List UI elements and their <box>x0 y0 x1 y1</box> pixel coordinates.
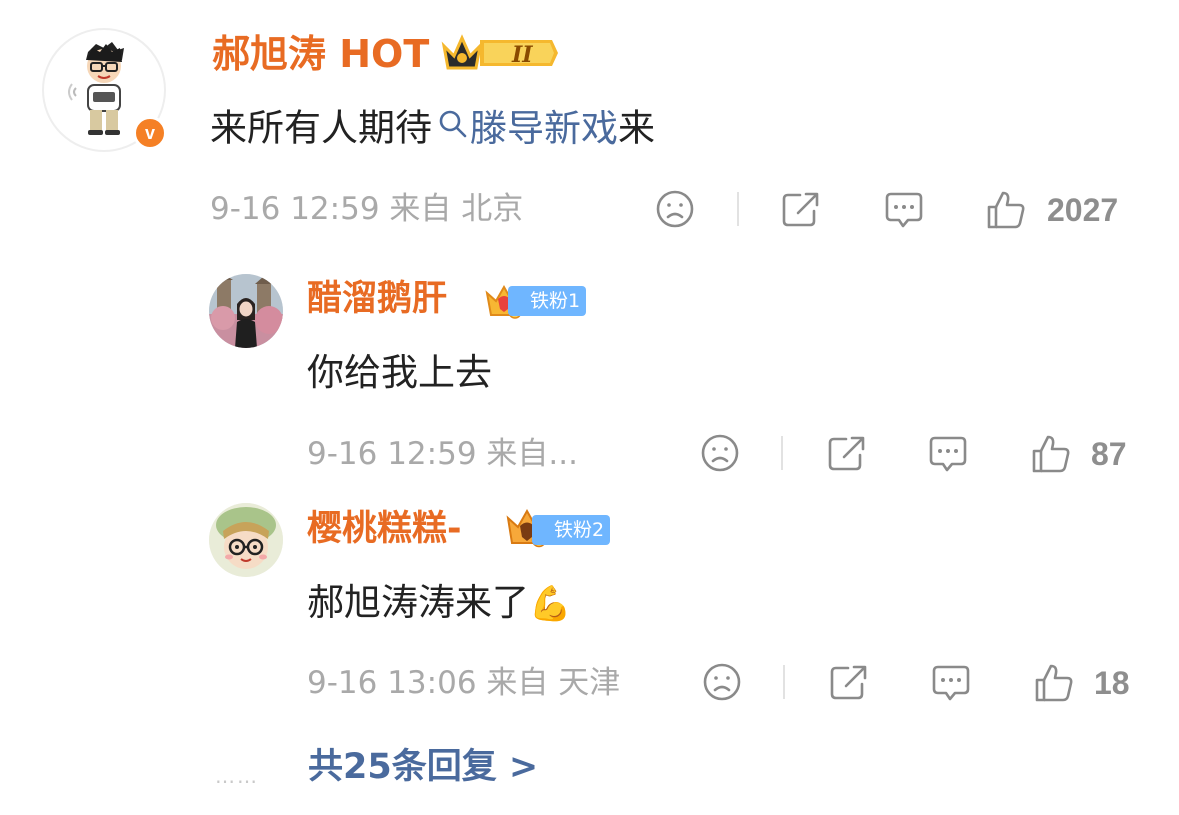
like-count: 18 <box>1094 665 1130 701</box>
level-badge-text: II <box>511 42 533 68</box>
topic-link[interactable]: 滕导新戏 <box>432 107 618 150</box>
divider <box>737 192 739 226</box>
flexed-biceps-emoji: 💪 <box>529 584 572 624</box>
share-icon[interactable] <box>828 662 870 706</box>
divider <box>783 665 785 699</box>
reply-author-name[interactable]: 樱桃糕糕- <box>307 506 462 552</box>
search-icon <box>438 102 468 152</box>
divider <box>781 436 783 470</box>
comment-icon[interactable] <box>883 189 925 235</box>
like-icon[interactable] <box>1033 662 1075 708</box>
reply-avatar[interactable] <box>209 503 283 577</box>
share-icon[interactable] <box>826 433 868 477</box>
reply-meta: 9-16 12:59 来自... <box>307 436 578 472</box>
like-icon[interactable] <box>985 189 1027 235</box>
comment-icon[interactable] <box>927 433 969 479</box>
reply-avatar[interactable] <box>209 274 283 348</box>
share-icon[interactable] <box>780 189 822 233</box>
like-count: 2027 <box>1047 192 1119 228</box>
dislike-icon[interactable] <box>700 433 740 477</box>
fan-badge: 铁粉2 <box>532 515 611 545</box>
comment-thread: v 郝旭涛 HOT II 来所有人期待 滕导新戏来 9-16 12:59 来自 北… <box>0 0 1179 815</box>
author-name[interactable]: 郝旭涛 HOT <box>212 30 429 78</box>
reply-text: 郝旭涛涛来了💪 <box>307 581 572 624</box>
fan-badge: 铁粉1 <box>508 286 587 316</box>
reply-author-name[interactable]: 醋溜鹅肝 <box>307 276 447 322</box>
reply-text: 你给我上去 <box>307 351 492 394</box>
more-replies-link[interactable]: 共25条回复 > <box>308 744 538 790</box>
like-count: 87 <box>1091 436 1127 472</box>
dislike-icon[interactable] <box>702 662 742 706</box>
comment-meta: 9-16 12:59 来自 北京 <box>210 191 524 227</box>
reply-meta: 9-16 13:06 来自 天津 <box>307 665 621 701</box>
more-replies-dots: …… <box>215 764 259 788</box>
comment-text: 来所有人期待 滕导新戏来 <box>210 102 655 158</box>
like-icon[interactable] <box>1030 433 1072 479</box>
crown-icon: II <box>440 32 558 78</box>
comment-icon[interactable] <box>930 662 972 708</box>
verified-badge: v <box>133 116 167 150</box>
dislike-icon[interactable] <box>655 189 695 233</box>
